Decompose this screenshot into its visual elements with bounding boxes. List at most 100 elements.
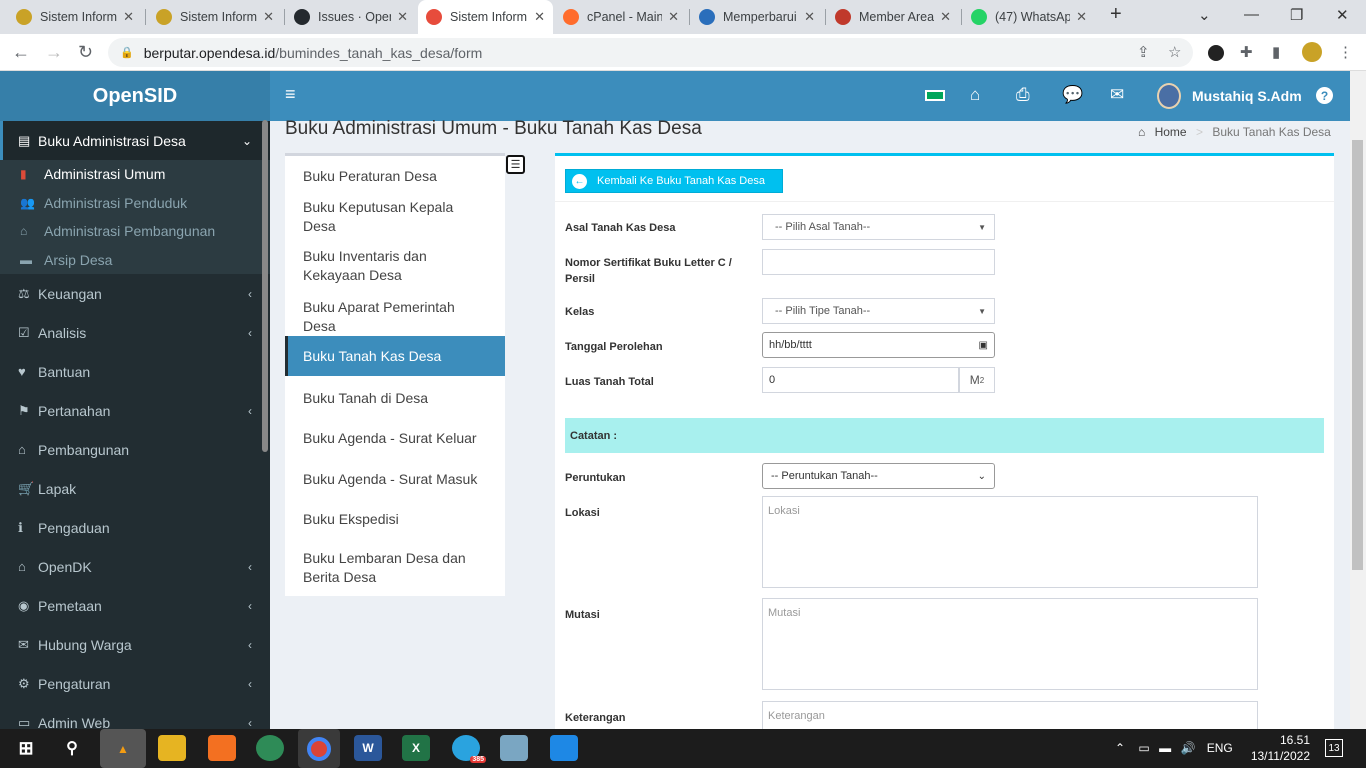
sidebar-item-analisis[interactable]: ☑ Analisis ‹ — [0, 313, 270, 352]
asal-tanah-select[interactable]: -- Pilih Asal Tanah-- ▼ — [762, 214, 995, 240]
photos-icon[interactable] — [550, 735, 578, 761]
logo[interactable]: OpenSID — [0, 71, 270, 121]
file-explorer-icon[interactable] — [158, 735, 186, 761]
globe-app-icon[interactable] — [256, 735, 284, 761]
tab-close-icon[interactable]: ✕ — [534, 9, 545, 25]
tab-close-icon[interactable]: ✕ — [668, 9, 679, 25]
browser-tab[interactable]: (47) WhatsAp ✕ — [963, 0, 1095, 34]
sidebar-item-pengaduan[interactable]: ℹ Pengaduan — [0, 508, 270, 547]
puzzle-icon[interactable]: ✚ — [1240, 43, 1253, 61]
sidebar-item-bantuan[interactable]: ♥ Bantuan — [0, 352, 270, 391]
avatar[interactable] — [1157, 83, 1181, 109]
browser-tab[interactable]: Sistem Inform ✕ — [8, 0, 142, 34]
envelope-icon[interactable]: ✉ — [1110, 85, 1124, 105]
sidepanel-icon[interactable]: ▮ — [1272, 43, 1280, 61]
back-arrow-icon[interactable]: ← — [12, 42, 30, 63]
extension-icon[interactable] — [1208, 45, 1224, 61]
profile-icon[interactable] — [1302, 42, 1322, 62]
page-scrollbar-thumb[interactable] — [1352, 140, 1363, 570]
luas-input[interactable]: 0 — [762, 367, 959, 393]
sidebar-item-opendk[interactable]: ⌂ OpenDK ‹ — [0, 547, 270, 586]
book-menu-item[interactable]: Buku Inventaris dan Kekayaan Desa — [285, 246, 505, 286]
sidebar-item-lapak[interactable]: 🛒 Lapak — [0, 469, 270, 508]
book-menu-item[interactable]: Buku Aparat Pemerintah Desa — [285, 299, 505, 334]
sidebar-item-pembangunan[interactable]: ⌂ Pembangunan — [0, 430, 270, 469]
clock[interactable]: 16.51 13/11/2022 — [1250, 732, 1310, 764]
telegram-icon[interactable]: 385 — [452, 735, 486, 763]
book-menu-item[interactable]: Buku Agenda - Surat Masuk — [285, 467, 505, 491]
search-icon[interactable]: ⚲ — [58, 735, 86, 761]
tab-close-icon[interactable]: ✕ — [263, 9, 274, 25]
book-menu-item[interactable]: Buku Peraturan Desa — [285, 164, 505, 188]
calendar-icon[interactable]: ▣ — [979, 340, 988, 351]
tab-close-icon[interactable]: ✕ — [940, 9, 951, 25]
tab-search-icon[interactable]: ⌄ — [1198, 6, 1211, 24]
tab-close-icon[interactable]: ✕ — [1076, 9, 1087, 25]
book-menu-item[interactable]: Buku Agenda - Surat Keluar — [285, 426, 505, 450]
lokasi-textarea[interactable]: Lokasi — [762, 496, 1258, 588]
book-menu-item[interactable]: Buku Keputusan Kepala Desa — [285, 199, 505, 234]
vlc-icon[interactable]: ▲ — [100, 729, 146, 768]
battery-tray-icon[interactable]: ▬ — [1159, 741, 1171, 755]
sidebar-subitem-arsip-desa[interactable]: ▬ Arsip Desa — [0, 246, 270, 275]
username[interactable]: Mustahiq S.Adm — [1192, 88, 1302, 104]
print-icon[interactable]: ⎙ — [1016, 85, 1030, 105]
browser-tab[interactable]: Memperbarui ✕ — [691, 0, 823, 34]
excel-icon[interactable]: X — [402, 735, 430, 761]
tanggal-date-input[interactable]: hh/bb/tttt ▣ — [762, 332, 995, 358]
sidebar-item-pemetaan[interactable]: ◉ Pemetaan ‹ — [0, 586, 270, 625]
mutasi-textarea[interactable]: Mutasi — [762, 598, 1258, 690]
sidebar-item-hubung-warga[interactable]: ✉ Hubung Warga ‹ — [0, 625, 270, 664]
back-to-list-button[interactable]: ← Kembali Ke Buku Tanah Kas Desa — [565, 169, 783, 193]
notification-center-icon[interactable]: 13 — [1325, 739, 1343, 757]
comments-icon[interactable]: 💬 — [1062, 85, 1083, 105]
chevron-up-icon[interactable]: ⌃ — [1115, 741, 1125, 755]
book-menu-item[interactable]: Buku Tanah Kas Desa — [285, 336, 505, 376]
book-menu-item[interactable]: Buku Tanah di Desa — [285, 386, 505, 410]
close-window-button[interactable]: ✕ — [1336, 6, 1349, 24]
paint-icon[interactable] — [500, 735, 528, 761]
book-menu-item[interactable]: Buku Ekspedisi — [285, 507, 505, 531]
sidebar-item-buku-administrasi-desa[interactable]: ▤ Buku Administrasi Desa ⌄ — [0, 121, 270, 160]
maximize-button[interactable]: ❐ — [1290, 6, 1303, 24]
keterangan-textarea[interactable]: Keterangan — [762, 701, 1258, 732]
volume-icon[interactable]: 🔊 — [1180, 741, 1195, 755]
tab-close-icon[interactable]: ✕ — [397, 9, 408, 25]
chrome-taskbar-button[interactable] — [298, 729, 340, 768]
pdf-app-icon[interactable] — [208, 735, 236, 761]
windows-start-icon[interactable]: ⊞ — [12, 735, 40, 761]
browser-tab[interactable]: cPanel - Main ✕ — [555, 0, 687, 34]
sidebar-scrollbar[interactable] — [262, 120, 268, 452]
help-icon[interactable]: ? — [1316, 87, 1333, 104]
sidebar-subitem-administrasi-penduduk[interactable]: 👥 Administrasi Penduduk — [0, 189, 270, 218]
menu-dots-icon[interactable]: ⋮ — [1338, 43, 1353, 61]
kelas-select[interactable]: -- Pilih Tipe Tanah-- ▼ — [762, 298, 995, 324]
sidebar-subitem-administrasi-pembangunan[interactable]: ⌂ Administrasi Pembangunan — [0, 217, 270, 246]
new-tab-button[interactable]: + — [1110, 3, 1122, 26]
sidebar-item-keuangan[interactable]: ⚖ Keuangan ‹ — [0, 274, 270, 313]
sidebar-subitem-administrasi-umum[interactable]: ▮ Administrasi Umum — [0, 160, 270, 189]
institution-icon[interactable]: ⌂ — [970, 85, 980, 105]
share-icon[interactable]: ⇪ — [1137, 43, 1150, 61]
sidebar-item-pengaturan[interactable]: ⚙ Pengaturan ‹ — [0, 664, 270, 703]
peruntukan-select[interactable]: -- Peruntukan Tanah-- ⌄ — [762, 463, 995, 489]
forward-arrow-icon[interactable]: → — [45, 42, 63, 63]
breadcrumb-home-link[interactable]: Home — [1155, 125, 1187, 139]
book-menu-item[interactable]: Buku Lembaran Desa dan Berita Desa — [285, 548, 505, 588]
network-icon[interactable]: ▭ — [1138, 741, 1149, 755]
language-indicator[interactable]: ENG — [1207, 741, 1233, 755]
sidebar-item-pertanahan[interactable]: ⚑ Pertanahan ‹ — [0, 391, 270, 430]
battery-icon[interactable] — [925, 90, 945, 101]
word-icon[interactable]: W — [354, 735, 382, 761]
reload-icon[interactable]: ↻ — [78, 42, 93, 63]
hamburger-menu-icon[interactable]: ≡ — [285, 84, 296, 105]
tab-close-icon[interactable]: ✕ — [804, 9, 815, 25]
browser-tab[interactable]: Member Area ✕ — [827, 0, 959, 34]
browser-tab[interactable]: Sistem Inform ✕ — [148, 0, 282, 34]
list-icon[interactable]: ☰ — [506, 155, 525, 174]
browser-tab[interactable]: Issues · Open ✕ — [286, 0, 416, 34]
bookmark-star-icon[interactable]: ☆ — [1168, 43, 1181, 61]
tab-close-icon[interactable]: ✕ — [123, 9, 134, 25]
minimize-button[interactable]: — — [1244, 6, 1259, 23]
browser-tab-active[interactable]: Sistem Inform ✕ — [418, 0, 553, 34]
